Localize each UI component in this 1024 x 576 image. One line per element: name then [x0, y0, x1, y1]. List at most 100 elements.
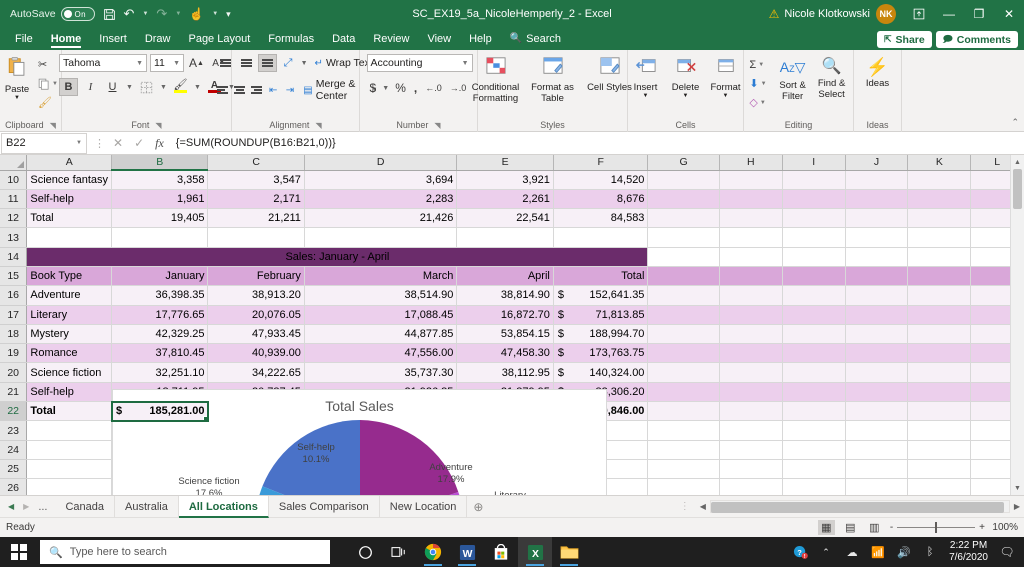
cell-K25[interactable] — [907, 459, 972, 480]
paste-dropdown-icon[interactable]: ▼ — [14, 95, 20, 101]
cell-I21[interactable] — [782, 382, 846, 403]
cell-K12[interactable] — [907, 208, 972, 229]
paste-button[interactable]: Paste ▼ — [1, 54, 33, 101]
cell-K20[interactable] — [907, 362, 972, 383]
cell-A21[interactable]: Self-help — [26, 382, 113, 403]
cell-K17[interactable] — [907, 305, 972, 325]
cell-G16[interactable] — [647, 285, 720, 306]
cell-F11[interactable]: 8,676 — [553, 189, 649, 210]
underline-dropdown-icon[interactable]: ▼ — [125, 78, 134, 96]
insert-dropdown-icon[interactable]: ▼ — [643, 93, 649, 99]
cell-J17[interactable] — [845, 305, 909, 325]
column-header-E[interactable]: E — [456, 155, 554, 171]
ribbon-tab-file[interactable]: File — [6, 28, 42, 50]
cell-A16[interactable]: Adventure — [26, 285, 113, 306]
insert-function-icon[interactable]: fx — [155, 136, 164, 151]
cell-H25[interactable] — [719, 459, 783, 480]
formula-input[interactable]: {=SUM(ROUNDUP(B16:B21,0))} — [164, 137, 1024, 149]
cell-B13[interactable] — [111, 227, 209, 248]
cell-J26[interactable] — [845, 478, 909, 495]
cell-G12[interactable] — [647, 208, 720, 229]
cell-H15[interactable] — [719, 266, 783, 287]
cell-I15[interactable] — [782, 266, 846, 287]
page-layout-view-icon[interactable]: ▤ — [842, 520, 859, 535]
network-icon[interactable]: 📶 — [865, 537, 891, 567]
cell-F12[interactable]: 84,583 — [553, 208, 649, 229]
chrome-icon[interactable] — [416, 537, 450, 567]
task-view-icon[interactable] — [382, 537, 416, 567]
row-header-15[interactable]: 15 — [0, 266, 28, 287]
column-header-C[interactable]: C — [207, 155, 305, 171]
cell-I19[interactable] — [782, 343, 846, 364]
show-hidden-icons-icon[interactable]: ⌃ — [813, 537, 839, 567]
cell-J22[interactable] — [845, 401, 909, 422]
scroll-down-arrow-icon[interactable]: ▼ — [1011, 481, 1024, 495]
cell-G22[interactable] — [647, 401, 720, 422]
column-header-H[interactable]: H — [719, 155, 783, 171]
cell-A24[interactable] — [26, 440, 113, 460]
cell-C16[interactable]: 38,913.20 — [207, 285, 305, 306]
word-icon[interactable]: W — [450, 537, 484, 567]
increase-decimal-icon[interactable]: →.0 — [447, 79, 470, 97]
fill-icon[interactable]: ⬇ ▼ — [747, 75, 768, 92]
cell-G26[interactable] — [647, 478, 720, 495]
zoom-out-button[interactable]: - — [890, 522, 893, 533]
action-center-icon[interactable]: 🗨 — [994, 537, 1020, 567]
format-cells-button[interactable]: Format ▼ — [707, 54, 744, 99]
cell-D18[interactable]: 44,877.85 — [304, 324, 458, 345]
row-header-21[interactable]: 21 — [0, 382, 28, 403]
cell-K13[interactable] — [907, 227, 972, 248]
cell-B20[interactable]: 32,251.10 — [111, 362, 209, 383]
cell-J12[interactable] — [845, 208, 909, 229]
row-header-20[interactable]: 20 — [0, 362, 28, 383]
cell-J10[interactable] — [845, 170, 909, 190]
cell-G18[interactable] — [647, 324, 720, 345]
redo-dropdown-icon[interactable]: ▼ — [171, 3, 185, 25]
ribbon-tab-home[interactable]: Home — [42, 28, 91, 50]
font-name-combo[interactable]: Tahoma ▼ — [59, 54, 147, 72]
sheet-tab-all-locations[interactable]: All Locations — [178, 495, 269, 518]
fill-color-dropdown-icon[interactable]: ▼ — [193, 78, 202, 96]
align-center-button[interactable] — [232, 81, 247, 99]
row-header-19[interactable]: 19 — [0, 343, 28, 364]
cell-I23[interactable] — [782, 420, 846, 441]
delete-cells-button[interactable]: Delete ▼ — [667, 54, 704, 99]
cell-I14[interactable] — [782, 247, 846, 267]
accounting-dropdown-icon[interactable]: ▼ — [381, 79, 390, 97]
cell-J18[interactable] — [845, 324, 909, 345]
cell-C19[interactable]: 40,939.00 — [207, 343, 305, 364]
row-header-14[interactable]: 14 — [0, 247, 28, 267]
cell-H11[interactable] — [719, 189, 783, 210]
ribbon-tab-page-layout[interactable]: Page Layout — [179, 28, 259, 50]
ideas-button[interactable]: ⚡ Ideas — [858, 54, 898, 89]
restore-button[interactable]: ❐ — [964, 0, 994, 28]
cell-K19[interactable] — [907, 343, 972, 364]
warning-icon[interactable]: ⚠ — [764, 7, 785, 21]
cell-G15[interactable] — [647, 266, 720, 287]
cell-A18[interactable]: Mystery — [26, 324, 113, 345]
touch-dropdown-icon[interactable]: ▼ — [208, 3, 222, 25]
share-button[interactable]: ⇱ Share — [877, 31, 932, 48]
borders-icon[interactable] — [137, 78, 156, 96]
file-explorer-icon[interactable] — [552, 537, 586, 567]
font-size-combo[interactable]: 11 ▼ — [150, 54, 184, 72]
cell-B19[interactable]: 37,810.45 — [111, 343, 209, 364]
cell-G17[interactable] — [647, 305, 720, 325]
cell-B11[interactable]: 1,961 — [111, 189, 209, 210]
cell-H13[interactable] — [719, 227, 783, 248]
cell-C15[interactable]: February — [207, 266, 305, 287]
cell-C12[interactable]: 21,211 — [207, 208, 305, 229]
font-dialog-launcher[interactable]: ◥ — [155, 121, 161, 130]
ribbon-tab-formulas[interactable]: Formulas — [259, 28, 323, 50]
delete-dropdown-icon[interactable]: ▼ — [683, 93, 689, 99]
align-top-button[interactable] — [216, 54, 235, 72]
excel-icon[interactable]: X — [518, 537, 552, 567]
cell-D15[interactable]: March — [304, 266, 458, 287]
ribbon-tab-help[interactable]: Help — [460, 28, 501, 50]
sheet-tab-canada[interactable]: Canada — [55, 495, 116, 518]
column-header-I[interactable]: I — [782, 155, 846, 171]
cell-J20[interactable] — [845, 362, 909, 383]
cell-A15[interactable]: Book Type — [26, 266, 113, 287]
column-header-J[interactable]: J — [845, 155, 909, 171]
cell-I17[interactable] — [782, 305, 846, 325]
